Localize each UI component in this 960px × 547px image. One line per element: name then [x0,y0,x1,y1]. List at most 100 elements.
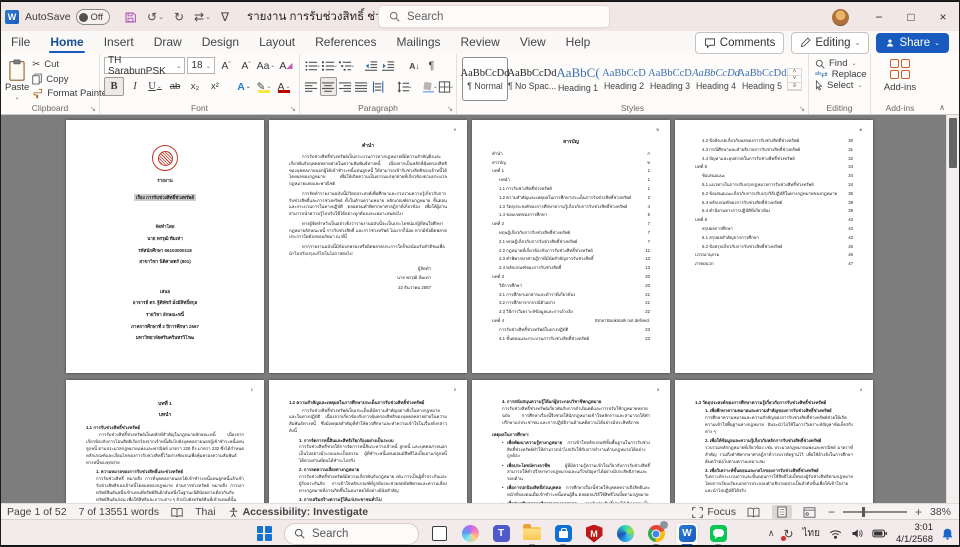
select-button[interactable]: Select ⌄ [815,80,864,91]
tray-expand-chevron[interactable]: ∧ [768,528,775,539]
page-indicator[interactable]: Page 1 of 52 [7,506,67,518]
task-view-button[interactable] [428,523,450,545]
distributed-button[interactable] [371,78,385,95]
start-button[interactable] [253,523,275,545]
document-area[interactable]: รายงาน เรื่อง การรับช่วงสิทธิ์ช่วงทรัพย์จ… [1,115,959,503]
style-heading5[interactable]: AaBbCcDd Heading 5 [738,58,787,100]
doc-page[interactable]: กคำนำ การรับช่วงสิทธิ์ช่วงทรัพย์เป็นกระบว… [269,120,467,373]
read-mode-button[interactable] [744,505,764,519]
web-layout-button[interactable] [800,505,820,519]
clear-formatting-button[interactable]: A ◢ [277,57,295,74]
format-painter-button[interactable]: Format Painter [32,88,110,99]
wifi-icon[interactable] [829,529,842,539]
increase-indent-button[interactable] [381,57,396,74]
word-app-icon[interactable]: W [5,10,19,24]
zoom-percentage[interactable]: 38% [930,506,951,518]
title-search-box[interactable]: Search [379,6,609,27]
cut-button[interactable]: ✂ Cut [32,59,110,70]
editing-mode-button[interactable]: Editing ⌄ [791,31,870,54]
maximize-button[interactable]: □ [895,3,927,31]
doc-page[interactable]: 1 บทที่ 1 บทนำ 1.1 การรับช่วงสิทธิ์ช่วงทรัพ… [66,380,264,503]
shrink-font-button[interactable]: Aˇ [237,57,255,74]
minimize-button[interactable]: − [863,3,895,31]
font-color-button[interactable]: A ⌄ [275,78,293,95]
decrease-indent-button[interactable] [364,57,379,74]
italic-button[interactable]: I [126,78,144,95]
zoom-slider-thumb[interactable] [862,507,866,517]
tab-mailings[interactable]: Mailings [386,32,450,53]
tab-insert[interactable]: Insert [94,32,144,53]
doc-page[interactable]: ค 4.2 ข้อสังเกตเกี่ยวกับผลของการรับช่วงสิ… [675,120,873,373]
style-heading1[interactable]: AaBbC(Heading 1 [556,58,600,100]
doc-page[interactable]: 3 4. การสนับสนุนความรู้ให้แก่ผู้ประกอบวิช… [472,380,670,503]
chrome-button[interactable] [645,521,668,546]
zoom-slider[interactable] [842,507,907,517]
justify-button[interactable] [355,78,369,95]
styles-scrollbar[interactable]: ˄ ˅ ≡ [787,67,802,91]
proofing-icon[interactable] [171,507,183,518]
doc-page[interactable]: ขสารบัญ คำนำกสารบัญขบทที่ 1 1 บทนำ 1 1.1 การร… [472,120,670,373]
microsoft-store-button[interactable] [552,523,574,546]
tab-layout[interactable]: Layout [249,32,305,53]
style-normal[interactable]: AaBbCcDd ¶ Normal [461,57,510,101]
notification-bell-icon[interactable] [942,528,953,540]
show-hide-marks-button[interactable]: ¶ [424,57,439,74]
taskbar-search[interactable]: Search [284,522,419,545]
line-spacing-button[interactable]: ⌄ [396,78,413,95]
sort-button[interactable]: A↓ [407,57,422,74]
find-button[interactable]: Find ⌄ [815,58,864,69]
align-left-button[interactable] [304,78,318,95]
scroll-thumb[interactable] [949,118,957,168]
doc-page[interactable]: 4 1.3 วัตถุประสงค์ของการศึกษาความรู้เกี่ย… [675,380,873,503]
clipboard-dialog-launcher[interactable]: ↘ [90,105,96,113]
style-heading3[interactable]: AaBbCcD Heading 3 [648,58,692,100]
copy-button[interactable]: Copy [32,73,110,85]
tab-review[interactable]: Review [451,32,510,53]
word-taskbar-button[interactable]: W [676,522,698,546]
shading-button[interactable]: ⌄ [422,78,438,95]
styles-dialog-launcher[interactable]: ↘ [799,105,805,113]
change-case-button[interactable]: Aa ⌄ [257,57,276,74]
clock[interactable]: 3:01 4/1/2568 [896,522,933,546]
text-effects-button[interactable]: A ⌄ [235,78,253,95]
close-button[interactable]: × [927,3,959,31]
copilot-button[interactable] [459,523,481,545]
font-size-combo[interactable]: 18 ⌄ [187,57,215,74]
doc-page[interactable]: 2 1.2 ความสำคัญและเหตุผลในการศึกษาประเด็น… [269,380,467,503]
paste-chevron-icon[interactable]: ⌄ [14,93,19,101]
zoom-in-button[interactable]: + [915,505,922,519]
redo-button[interactable]: ↻ [170,10,188,24]
file-explorer-button[interactable] [521,523,543,546]
tab-view[interactable]: View [510,32,556,53]
highlight-button[interactable]: ✎ ⌄ [255,78,273,95]
teams-button[interactable]: T [490,523,512,545]
user-avatar[interactable] [832,8,849,26]
focus-button[interactable]: Focus [692,506,736,518]
underline-button[interactable]: U ⌄ [146,78,164,95]
sync-status-icon[interactable]: ↻ [781,527,794,541]
replace-button[interactable]: ᵃᵇ⇄ Replace [815,69,867,80]
input-language[interactable]: ไทย [803,526,820,541]
undo-button[interactable]: ↺ ⌄ [143,10,168,24]
share-button[interactable]: Share ⌄ [876,32,949,53]
accessibility-status[interactable]: Accessibility: Investigate [228,506,368,518]
bold-button[interactable]: B [104,77,124,96]
style-no-spacing[interactable]: AaBbCcDd ¶ No Spac... [508,58,557,100]
multilevel-list-button[interactable]: ⌄ [338,57,355,74]
style-heading4[interactable]: AaBbCcDd Heading 4 [692,58,740,100]
superscript-button[interactable]: x² [206,78,224,95]
battery-icon[interactable] [872,529,888,538]
tab-help[interactable]: Help [556,32,601,53]
tab-file[interactable]: File [1,32,40,53]
paste-button[interactable]: Paste ⌄ [5,57,29,101]
language-indicator[interactable]: Thai [195,506,215,518]
collapse-ribbon-button[interactable]: ∧ [939,103,945,112]
tab-draw[interactable]: Draw [144,32,192,53]
numbering-button[interactable]: ⌄ [321,57,338,74]
borders-button[interactable]: ⌄ [438,78,454,95]
tab-references[interactable]: References [305,32,386,53]
vertical-scrollbar[interactable] [946,115,959,503]
edge-button[interactable] [614,523,636,545]
save-button[interactable] [120,11,141,24]
grow-font-button[interactable]: Aˆ [217,57,235,74]
